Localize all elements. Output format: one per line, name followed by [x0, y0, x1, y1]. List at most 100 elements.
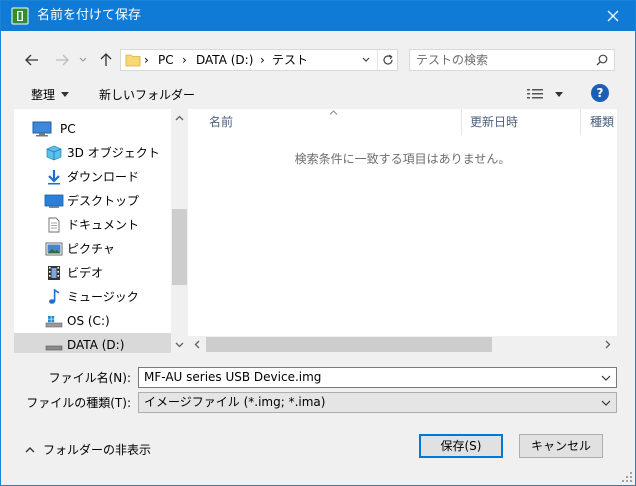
- hide-folders-toggle[interactable]: フォルダーの非表示: [25, 441, 151, 457]
- nav-scroll-thumb[interactable]: [172, 209, 187, 285]
- nav-item-label: ミュージック: [67, 290, 139, 304]
- hide-folders-label: フォルダーの非表示: [43, 442, 152, 457]
- caret-down-icon: [61, 91, 70, 97]
- nav-item-3d-objects[interactable]: 3D オブジェクト: [14, 141, 172, 165]
- nav-item-label: ピクチャ: [67, 242, 115, 256]
- scroll-down-icon[interactable]: [175, 342, 184, 348]
- chevron-down-icon: [601, 400, 611, 406]
- breadcrumb-separator-icon: ›: [182, 53, 187, 67]
- breadcrumb-separator-icon: ›: [144, 53, 149, 67]
- filetype-value: イメージファイル (*.img; *.ima): [144, 395, 326, 409]
- close-icon: [607, 10, 619, 22]
- cancel-button[interactable]: キャンセル: [519, 434, 603, 458]
- filename-combobox[interactable]: MF-AU series USB Device.img: [138, 367, 617, 388]
- nav-item-pictures[interactable]: ピクチャ: [14, 237, 172, 261]
- search-input[interactable]: [410, 50, 596, 70]
- arrow-left-icon: [25, 54, 38, 66]
- title-bar[interactable]: 名前を付けて保存: [1, 1, 635, 31]
- navigation-pane[interactable]: PC 3D オブジェクト ダウンロード デスクトップ ドキュメント ピクチャ ビ…: [14, 109, 188, 353]
- details-view-icon: [527, 89, 543, 99]
- empty-message: 検索条件に一致する項目はありません。: [294, 152, 511, 166]
- file-list[interactable]: 名前 更新日時 種類 検索条件に一致する項目はありません。: [188, 109, 617, 353]
- filetype-select[interactable]: イメージファイル (*.img; *.ima): [138, 392, 617, 413]
- column-divider[interactable]: [580, 109, 581, 135]
- address-dropdown-button[interactable]: [357, 50, 375, 70]
- chevron-up-icon: [25, 446, 35, 452]
- nav-item-label: OS (C:): [67, 314, 110, 328]
- nav-item-label: ドキュメント: [67, 218, 140, 232]
- file-list-horizontal-scrollbar[interactable]: [188, 336, 617, 353]
- folder-icon: [125, 54, 141, 67]
- filetype-label: ファイルの種類(T):: [26, 396, 131, 410]
- picture-icon: [45, 242, 63, 256]
- recent-locations-button[interactable]: [75, 49, 91, 71]
- nav-item-documents[interactable]: ドキュメント: [14, 213, 172, 237]
- scrollbar-corner: [617, 336, 634, 353]
- nav-item-desktop[interactable]: デスクトップ: [14, 189, 172, 213]
- refresh-button[interactable]: [377, 50, 398, 70]
- breadcrumb-test-folder[interactable]: テスト: [272, 53, 308, 67]
- music-icon: [49, 289, 60, 304]
- up-button[interactable]: [95, 49, 117, 71]
- nav-item-label: DATA (D:): [67, 338, 125, 352]
- back-button[interactable]: [21, 49, 43, 71]
- refresh-icon: [383, 54, 393, 65]
- arrow-right-icon: [56, 54, 69, 66]
- nav-vertical-scrollbar[interactable]: [171, 109, 188, 353]
- nav-item-videos[interactable]: ビデオ: [14, 261, 172, 285]
- nav-item-pc[interactable]: PC: [14, 117, 172, 141]
- column-header-type[interactable]: 種類: [590, 114, 614, 130]
- desktop-icon: [44, 194, 64, 208]
- caret-down-icon: [555, 91, 563, 97]
- column-header-modified[interactable]: 更新日時: [470, 114, 518, 130]
- scroll-right-icon[interactable]: [605, 340, 611, 349]
- breadcrumb-pc[interactable]: PC: [158, 53, 174, 67]
- breadcrumb-separator-icon: ›: [260, 53, 265, 67]
- organize-label: 整理: [31, 87, 56, 102]
- close-button[interactable]: [591, 1, 635, 31]
- drive-os-icon: [45, 316, 63, 328]
- video-icon: [48, 266, 60, 280]
- sort-ascending-icon: [329, 110, 338, 115]
- resize-grip-icon[interactable]: [621, 471, 633, 483]
- arrow-up-icon: [100, 53, 112, 66]
- drive-icon: [45, 345, 63, 351]
- help-button[interactable]: ?: [591, 84, 609, 102]
- nav-item-downloads[interactable]: ダウンロード: [14, 165, 172, 189]
- forward-button[interactable]: [51, 49, 73, 71]
- nav-item-label: ダウンロード: [67, 170, 140, 184]
- nav-item-os-drive[interactable]: OS (C:): [14, 309, 172, 333]
- help-icon: ?: [596, 86, 604, 100]
- document-icon: [48, 217, 60, 233]
- nav-item-label: PC: [60, 122, 76, 136]
- column-divider[interactable]: [461, 109, 462, 135]
- nav-item-music[interactable]: ミュージック: [14, 285, 172, 309]
- chevron-down-icon: [362, 57, 370, 62]
- chevron-down-icon: [79, 57, 87, 62]
- scroll-left-icon[interactable]: [194, 340, 200, 349]
- scroll-up-icon[interactable]: [175, 115, 184, 121]
- view-options-button[interactable]: [527, 85, 567, 103]
- filename-input[interactable]: MF-AU series USB Device.img: [144, 370, 321, 385]
- toolbar: 整理 新しいフォルダー ?: [1, 81, 635, 107]
- address-bar[interactable]: › PC › DATA (D:) › テスト: [120, 49, 398, 71]
- pc-icon: [32, 121, 52, 137]
- search-box[interactable]: [409, 49, 615, 71]
- chevron-down-icon[interactable]: [600, 372, 612, 384]
- 3d-objects-icon: [46, 145, 62, 161]
- organize-button[interactable]: 整理: [31, 85, 70, 103]
- new-folder-label: 新しいフォルダー: [99, 87, 196, 102]
- filename-label: ファイル名(N):: [48, 371, 131, 385]
- nav-item-label: デスクトップ: [67, 194, 140, 208]
- file-list-scroll-thumb[interactable]: [206, 337, 492, 352]
- search-icon[interactable]: [596, 54, 608, 66]
- column-header-name[interactable]: 名前: [209, 114, 233, 130]
- window-title: 名前を付けて保存: [37, 8, 142, 23]
- nav-item-label: ビデオ: [67, 266, 104, 280]
- save-button[interactable]: 保存(S): [419, 434, 503, 458]
- new-folder-button[interactable]: 新しいフォルダー: [99, 85, 195, 103]
- nav-item-data-drive[interactable]: DATA (D:): [14, 333, 172, 353]
- breadcrumb-data-drive[interactable]: DATA (D:): [196, 53, 253, 67]
- save-as-dialog: 名前を付けて保存 › PC › DATA (D:) › テスト テストの検索 整…: [0, 0, 636, 486]
- nav-item-label: 3D オブジェクト: [67, 146, 160, 160]
